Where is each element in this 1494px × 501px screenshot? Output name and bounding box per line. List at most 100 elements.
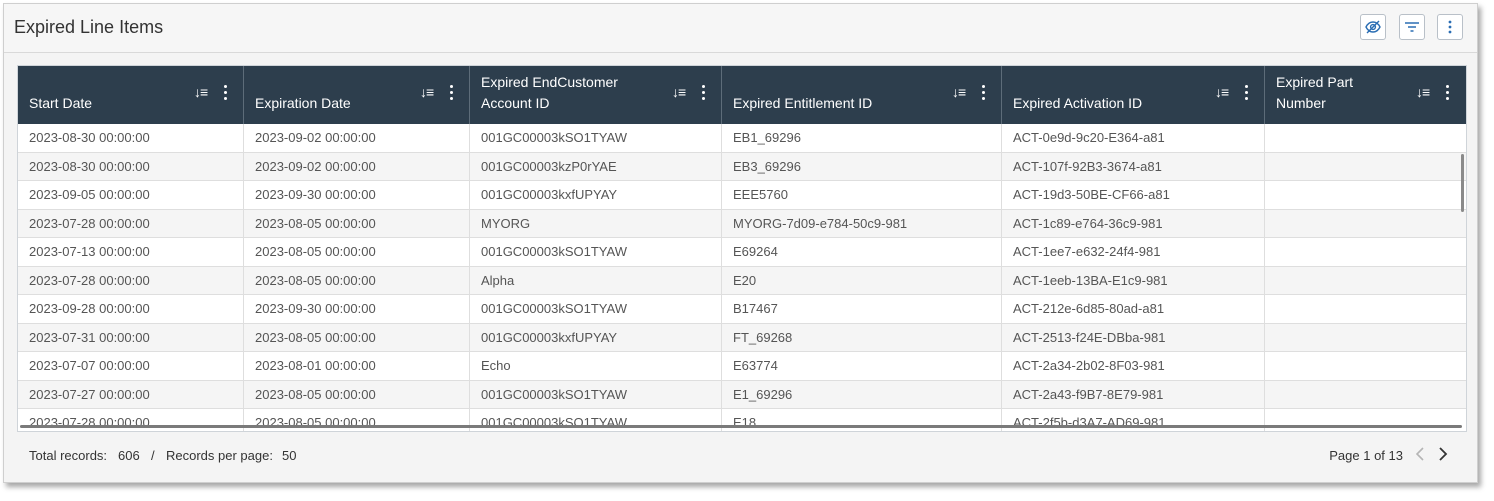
table-row[interactable]: 2023-08-30 00:00:00 2023-09-02 00:00:00 00… [18, 124, 1466, 153]
column-menu-icon[interactable] [982, 85, 986, 103]
column-header-label: Expiration Date [255, 95, 351, 111]
sort-icon[interactable]: ↓≡ [1215, 84, 1229, 100]
table-cell: ACT-2a43-f9B7-8E79-981 [1002, 380, 1265, 408]
sort-icon[interactable]: ↓≡ [1416, 84, 1430, 100]
table-cell: 2023-07-27 00:00:00 [18, 380, 244, 408]
table-cell: ACT-212e-6d85-80ad-a81 [1002, 295, 1265, 323]
table-cell: ACT-19d3-50BE-CF66-a81 [1002, 181, 1265, 209]
table-cell: E63774 [722, 352, 1002, 380]
table-cell: ACT-107f-92B3-3674-a81 [1002, 152, 1265, 180]
table-cell: 2023-08-01 00:00:00 [244, 352, 470, 380]
table-cell: MYORG [470, 209, 722, 237]
table-footer: Total records: 606 / Records per page: 5… [17, 438, 1465, 472]
table-cell: ACT-2f5b-d3A7-AD69-981 [1002, 409, 1265, 431]
table-cell: 2023-07-28 00:00:00 [18, 209, 244, 237]
column-header-label: Expired Entitlement ID [733, 95, 873, 111]
table-cell: 001GC00003kxfUPYAY [470, 181, 722, 209]
table-row[interactable]: 2023-09-05 00:00:00 2023-09-30 00:00:00 00… [18, 181, 1466, 210]
column-menu-icon[interactable] [1446, 85, 1450, 103]
table-cell [1265, 124, 1466, 152]
page-indicator: Page 1 of 13 [1329, 448, 1403, 463]
table-body: 2023-08-30 00:00:00 2023-09-02 00:00:00 00… [18, 124, 1466, 431]
table-row[interactable]: 2023-09-28 00:00:00 2023-09-30 00:00:00 00… [18, 295, 1466, 324]
table-cell [1265, 409, 1466, 431]
table-cell: 001GC00003kSO1TYAW [470, 238, 722, 266]
sort-icon[interactable]: ↓≡ [672, 84, 686, 100]
table-cell: 001GC00003kzP0rYAE [470, 152, 722, 180]
filter-button[interactable] [1399, 14, 1425, 40]
table-cell: FT_69268 [722, 323, 1002, 351]
table-row[interactable]: 2023-07-13 00:00:00 2023-08-05 00:00:00 00… [18, 238, 1466, 267]
table-row[interactable]: 2023-07-28 00:00:00 2023-08-05 00:00:00 Al… [18, 266, 1466, 295]
table-row[interactable]: 2023-07-28 00:00:00 2023-08-05 00:00:00 00… [18, 409, 1466, 431]
table-cell [1265, 267, 1466, 295]
table-cell: Echo [470, 352, 722, 380]
footer-separator: / [151, 448, 155, 463]
table-cell [1265, 153, 1466, 181]
horizontal-scrollbar[interactable] [20, 425, 1462, 428]
column-header[interactable]: Expiration Date ↓≡ [244, 66, 470, 124]
sort-icon[interactable]: ↓≡ [952, 84, 966, 100]
eye-slash-icon [1365, 20, 1381, 34]
table-cell: 2023-07-31 00:00:00 [18, 323, 244, 351]
table-cell: 2023-09-02 00:00:00 [244, 152, 470, 180]
table-cell: ACT-0e9d-9c20-E364-a81 [1002, 124, 1265, 152]
table-cell: Alpha [470, 266, 722, 294]
table-cell: 2023-07-13 00:00:00 [18, 238, 244, 266]
column-header[interactable]: Expired Activation ID ↓≡ [1002, 66, 1265, 124]
column-menu-icon[interactable] [224, 85, 228, 103]
table-cell: 2023-09-30 00:00:00 [244, 181, 470, 209]
column-header-label: Expired EndCustomer Account ID [481, 74, 618, 111]
expired-line-items-panel: Expired Line Items Start Date ↓≡ Expirat… [3, 3, 1478, 483]
hide-columns-button[interactable] [1360, 14, 1386, 40]
table-cell: 001GC00003kSO1TYAW [470, 409, 722, 431]
table-row[interactable]: 2023-07-28 00:00:00 2023-08-05 00:00:00 MY… [18, 209, 1466, 238]
table-cell: 2023-08-05 00:00:00 [244, 323, 470, 351]
table-cell: 001GC00003kSO1TYAW [470, 124, 722, 152]
table-cell: 2023-09-05 00:00:00 [18, 181, 244, 209]
column-header[interactable]: Start Date ↓≡ [18, 66, 244, 124]
table-cell: 2023-08-05 00:00:00 [244, 238, 470, 266]
previous-page-button[interactable] [1415, 446, 1429, 464]
table-header: Start Date ↓≡ Expiration Date ↓≡ Expired End… [18, 66, 1466, 124]
table-cell: ACT-1c89-e764-36c9-981 [1002, 209, 1265, 237]
table-row[interactable]: 2023-08-30 00:00:00 2023-09-02 00:00:00 00… [18, 152, 1466, 181]
table-cell: 001GC00003kxfUPYAY [470, 323, 722, 351]
table-cell: 2023-07-28 00:00:00 [18, 409, 244, 431]
sort-icon[interactable]: ↓≡ [420, 84, 434, 100]
next-page-button[interactable] [1438, 446, 1452, 464]
more-options-button[interactable] [1437, 14, 1463, 40]
column-header[interactable]: Expired Entitlement ID ↓≡ [722, 66, 1002, 124]
table-row[interactable]: 2023-07-07 00:00:00 2023-08-01 00:00:00 Ec… [18, 352, 1466, 381]
column-menu-icon[interactable] [450, 85, 454, 103]
table-cell: 2023-08-30 00:00:00 [18, 124, 244, 152]
column-menu-icon[interactable] [1245, 85, 1249, 103]
vertical-scrollbar[interactable] [1461, 154, 1464, 212]
records-per-page-value[interactable]: 50 [282, 448, 296, 463]
panel-title: Expired Line Items [14, 17, 164, 37]
panel-header: Expired Line Items [4, 4, 1477, 53]
chevron-left-icon [1415, 447, 1424, 461]
table-cell [1265, 238, 1466, 266]
chevron-right-icon [1439, 447, 1448, 461]
table-cell: 2023-08-30 00:00:00 [18, 152, 244, 180]
table-cell: 2023-07-07 00:00:00 [18, 352, 244, 380]
table-cell: 001GC00003kSO1TYAW [470, 380, 722, 408]
vertical-dots-icon [1448, 20, 1452, 34]
table-row[interactable]: 2023-07-27 00:00:00 2023-08-05 00:00:00 00… [18, 380, 1466, 409]
sort-icon[interactable]: ↓≡ [194, 84, 208, 100]
table-cell: E20 [722, 266, 1002, 294]
table-cell: ACT-2a34-2b02-8F03-981 [1002, 352, 1265, 380]
column-menu-icon[interactable] [702, 85, 706, 103]
table-row[interactable]: 2023-07-31 00:00:00 2023-08-05 00:00:00 00… [18, 323, 1466, 352]
total-records-label: Total records: [29, 448, 108, 463]
table-cell: E1_69296 [722, 380, 1002, 408]
table-cell: E18 [722, 409, 1002, 431]
table-cell: EB1_69296 [722, 124, 1002, 152]
total-records-value: 606 [118, 448, 140, 463]
column-header[interactable]: Expired EndCustomer Account ID ↓≡ [470, 66, 722, 124]
column-header-label: Expired Activation ID [1013, 95, 1143, 111]
column-header[interactable]: Expired Part Number ↓≡ [1265, 66, 1466, 124]
filter-icon [1405, 22, 1419, 32]
table-cell: ACT-1ee7-e632-24f4-981 [1002, 238, 1265, 266]
